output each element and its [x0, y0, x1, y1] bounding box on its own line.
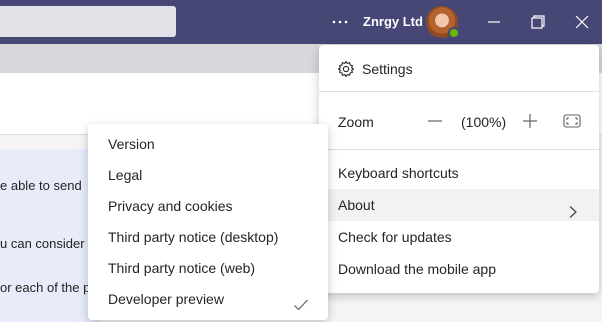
settings-menu-item[interactable]: Settings [319, 55, 599, 83]
message-text: e able to send [0, 178, 82, 193]
about-label: About [338, 197, 375, 213]
keyboard-shortcuts-menu-item[interactable]: Keyboard shortcuts [319, 157, 599, 189]
restore-button[interactable] [524, 8, 552, 36]
message-text: or each of the p [0, 280, 91, 295]
menu-divider [319, 91, 599, 92]
zoom-level: (100%) [461, 114, 507, 130]
fit-to-screen-icon[interactable] [562, 111, 582, 131]
menu-divider [319, 149, 599, 150]
download-mobile-app-menu-item[interactable]: Download the mobile app [319, 253, 599, 285]
third-party-notice-web-menu-item[interactable]: Third party notice (web) [88, 253, 328, 284]
presence-available-icon [448, 27, 460, 39]
third-party-notice-desktop-menu-item[interactable]: Third party notice (desktop) [88, 222, 328, 253]
search-input[interactable] [0, 6, 176, 37]
settings-dropdown-menu: Settings Zoom (100%) Keyboard shortcuts … [319, 45, 599, 293]
legal-menu-item[interactable]: Legal [88, 160, 328, 191]
about-menu-item[interactable]: About [319, 189, 599, 221]
developer-preview-menu-item[interactable]: Developer preview [88, 284, 328, 315]
gear-icon [337, 60, 355, 81]
zoom-label: Zoom [338, 114, 374, 130]
checkmark-icon [293, 292, 309, 322]
message-text: u can consider [0, 236, 85, 251]
version-menu-item[interactable]: Version [88, 129, 328, 160]
settings-label: Settings [362, 61, 413, 77]
zoom-out-icon[interactable] [425, 111, 445, 131]
about-submenu: Version Legal Privacy and cookies Third … [88, 124, 328, 320]
avatar[interactable] [426, 6, 460, 39]
check-for-updates-menu-item[interactable]: Check for updates [319, 221, 599, 253]
privacy-and-cookies-menu-item[interactable]: Privacy and cookies [88, 191, 328, 222]
developer-preview-label: Developer preview [108, 291, 224, 307]
zoom-controls: Zoom (100%) [319, 105, 599, 137]
more-options-icon[interactable] [330, 12, 350, 32]
organization-name[interactable]: Znrgy Ltd [363, 14, 423, 29]
close-button[interactable] [568, 8, 596, 36]
zoom-in-icon[interactable] [520, 111, 540, 131]
minimize-button[interactable] [480, 8, 508, 36]
title-bar: Znrgy Ltd [0, 0, 602, 44]
